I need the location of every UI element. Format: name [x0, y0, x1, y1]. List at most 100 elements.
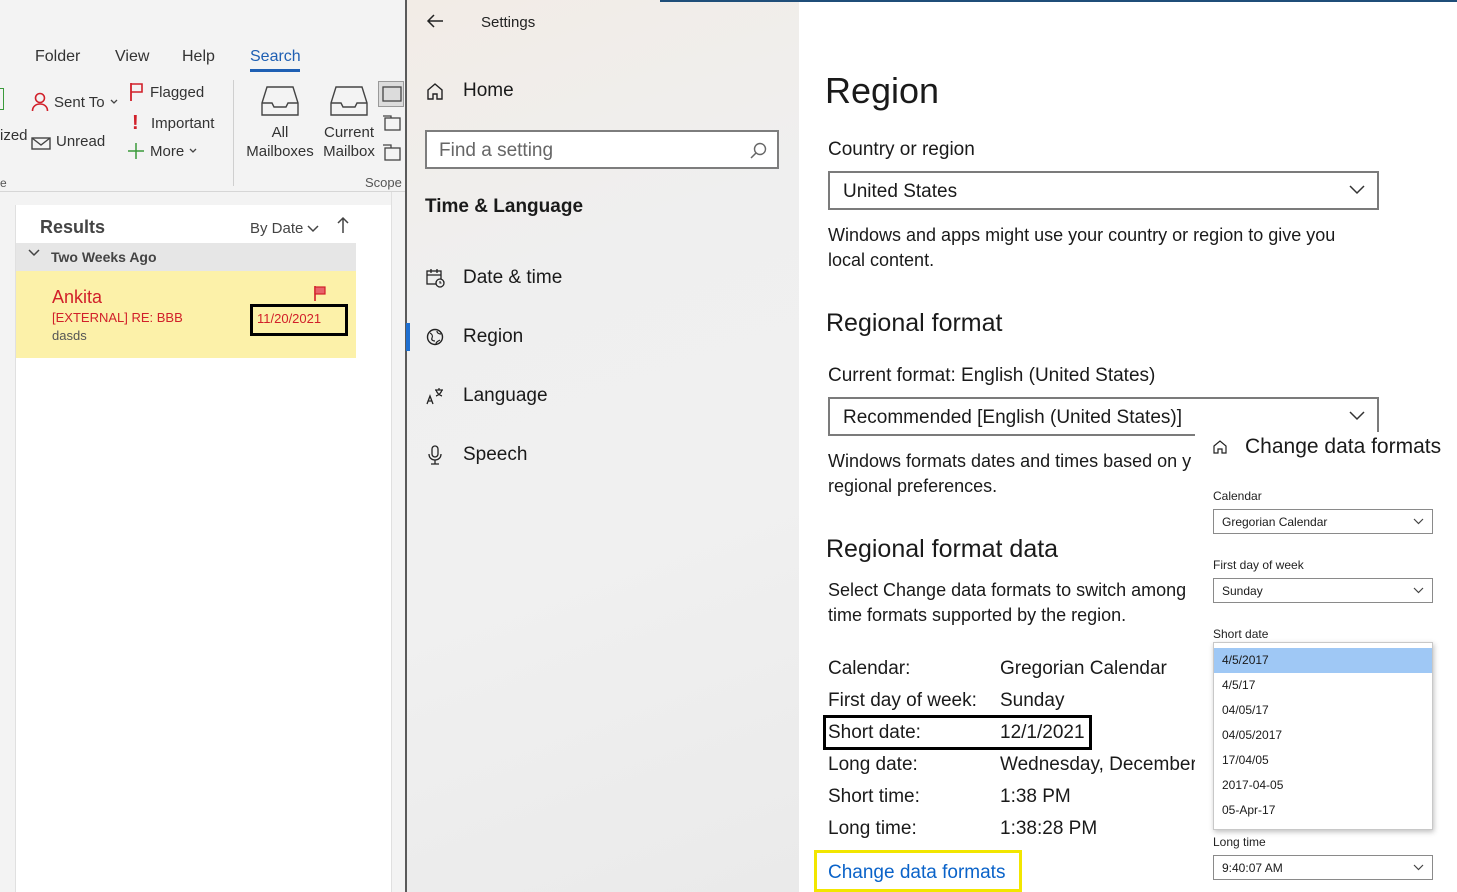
cdf-calendar-dropdown[interactable]: Gregorian Calendar	[1213, 509, 1433, 534]
active-nav-indicator	[406, 323, 410, 351]
short-date-option[interactable]: 04/05/2017	[1214, 723, 1432, 748]
envelope-icon	[31, 136, 51, 150]
subfolders-icon[interactable]	[382, 113, 402, 133]
current-format-label: Current format: English (United States)	[828, 365, 1156, 386]
country-dropdown[interactable]: United States	[828, 171, 1379, 210]
long-date-key: Long date:	[828, 754, 918, 775]
person-icon	[31, 92, 49, 112]
country-description-line2: local content.	[828, 250, 935, 270]
short-date-listbox[interactable]: 4/5/2017 4/5/17 04/05/17 04/05/2017 17/0…	[1213, 642, 1433, 830]
cdf-first-day-value: Sunday	[1222, 584, 1263, 598]
format-data-description-line1: Select Change data formats to switch amo…	[828, 580, 1187, 600]
chevron-down-icon	[307, 224, 319, 232]
country-label: Country or region	[828, 139, 975, 160]
country-description-line1: Windows and apps might use your country …	[828, 225, 1336, 245]
tab-view[interactable]: View	[115, 48, 149, 66]
long-time-value: 1:38:28 PM	[1000, 818, 1098, 839]
country-value: United States	[843, 181, 958, 202]
short-date-option[interactable]: 2017-04-05	[1214, 773, 1432, 798]
flagged-button[interactable]: Flagged	[129, 82, 204, 102]
cdf-long-time-value: 9:40:07 AM	[1222, 861, 1283, 875]
calendar-value: Gregorian Calendar	[1000, 658, 1167, 679]
chevron-down-icon	[1349, 411, 1365, 421]
tab-help[interactable]: Help	[182, 48, 215, 66]
back-arrow-icon[interactable]	[426, 12, 444, 30]
unread-button[interactable]: Unread	[31, 133, 105, 150]
sort-dropdown[interactable]: By Date	[250, 220, 319, 237]
more-label: More	[150, 142, 185, 160]
change-data-formats-link[interactable]: Change data formats	[828, 862, 1005, 884]
all-mailboxes-label-2: Mailboxes	[246, 143, 314, 160]
flag-icon	[130, 83, 143, 101]
inbox-tray-icon	[261, 86, 299, 116]
nav-region-label: Region	[463, 326, 524, 347]
sort-direction-icon[interactable]	[336, 216, 350, 234]
search-input[interactable]	[439, 140, 739, 162]
short-time-value: 1:38 PM	[1000, 786, 1071, 807]
nav-home-label: Home	[463, 80, 514, 101]
short-date-value: 12/1/2021	[1000, 722, 1085, 743]
subfolder-search-icon[interactable]	[382, 143, 402, 165]
folder-pane-edge	[0, 205, 16, 892]
more-button[interactable]: More	[127, 142, 197, 160]
current-mailbox-label-2: Mailbox	[323, 143, 375, 160]
short-date-option[interactable]: 4/5/17	[1214, 673, 1432, 698]
short-date-option[interactable]: 4/5/2017	[1214, 648, 1432, 673]
nav-date-time-label: Date & time	[463, 267, 563, 288]
ribbon-separator	[233, 80, 234, 186]
nav-date-time[interactable]: Date & time	[425, 267, 562, 289]
cdf-first-day-label: First day of week	[1213, 558, 1304, 572]
categorized-label-partial[interactable]: ized	[0, 127, 28, 144]
page-title: Region	[825, 70, 940, 111]
chevron-down-icon[interactable]	[28, 248, 40, 258]
results-title: Results	[40, 217, 106, 237]
cdf-long-time-label: Long time	[1213, 835, 1266, 849]
microphone-icon	[425, 445, 445, 465]
window-title: Settings	[481, 14, 536, 31]
home-icon[interactable]	[1213, 440, 1227, 454]
format-data-heading: Regional format data	[826, 535, 1059, 563]
nav-speech[interactable]: Speech	[425, 444, 527, 466]
mail-date: 11/20/2021	[257, 311, 322, 326]
search-box[interactable]	[425, 130, 779, 169]
regional-format-value: Recommended [English (United States)]	[843, 407, 1182, 428]
globe-icon	[425, 327, 445, 347]
short-date-key: Short date:	[828, 722, 921, 743]
nav-home[interactable]: Home	[425, 80, 514, 102]
cdf-short-date-label: Short date	[1213, 627, 1269, 641]
mail-preview: dasds	[52, 328, 87, 343]
all-mailboxes-button[interactable]: All Mailboxes	[245, 85, 315, 161]
cdf-long-time-dropdown[interactable]: 9:40:07 AM	[1213, 855, 1433, 880]
format-description-line1: Windows formats dates and times based on…	[828, 451, 1192, 471]
important-button[interactable]: ! Important	[132, 112, 214, 135]
regional-format-heading: Regional format	[826, 309, 1003, 337]
nav-language-label: Language	[463, 385, 548, 406]
cdf-calendar-value: Gregorian Calendar	[1222, 515, 1328, 529]
tab-folder[interactable]: Folder	[35, 48, 80, 66]
format-description-line2: regional preferences.	[828, 476, 998, 496]
current-mailbox-label-1: Current	[323, 124, 375, 141]
tab-search[interactable]: Search	[250, 48, 301, 66]
search-icon[interactable]	[749, 142, 767, 160]
nav-language[interactable]: Language	[425, 385, 548, 407]
chevron-down-icon	[1349, 185, 1365, 195]
sent-to-button[interactable]: Sent To	[31, 92, 118, 112]
cdf-first-day-dropdown[interactable]: Sunday	[1213, 578, 1433, 603]
current-folder-button[interactable]	[378, 81, 404, 107]
chevron-down-icon	[1413, 864, 1424, 871]
current-mailbox-button[interactable]: Current Mailbox	[318, 85, 380, 161]
exclamation-icon: !	[132, 112, 139, 134]
short-date-option[interactable]: 17/04/05	[1214, 748, 1432, 773]
home-icon	[425, 82, 445, 100]
chevron-down-icon	[1413, 587, 1424, 594]
plus-icon	[128, 143, 144, 159]
flag-icon[interactable]	[313, 285, 327, 301]
regional-format-dropdown[interactable]: Recommended [English (United States)]	[828, 397, 1379, 436]
group-label: Two Weeks Ago	[51, 249, 157, 265]
unread-label: Unread	[56, 133, 106, 150]
first-day-key: First day of week:	[828, 690, 977, 711]
short-date-option[interactable]: 05-Apr-17	[1214, 798, 1432, 823]
short-date-option[interactable]: 04/05/17	[1214, 698, 1432, 723]
nav-region[interactable]: Region	[425, 326, 523, 348]
scope-group-label: Scope	[365, 175, 402, 190]
